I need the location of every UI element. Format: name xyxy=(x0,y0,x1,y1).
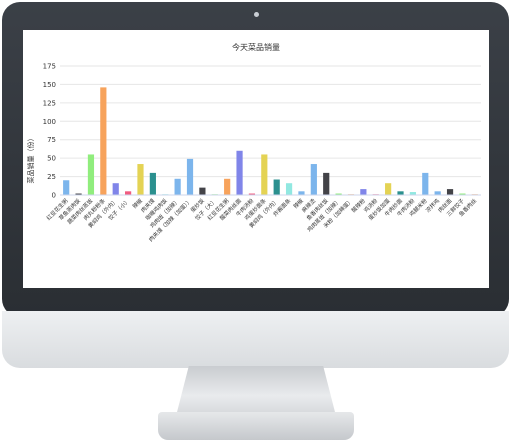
bar xyxy=(186,158,194,195)
bar xyxy=(174,178,181,195)
bar-chart: 今天菜品销量 菜品销量（份） 0 25 50 75 100 125 150 175 红豆花生粥… xyxy=(26,42,481,243)
bar xyxy=(87,154,95,195)
bar xyxy=(149,172,156,195)
y-tick-label: 125 xyxy=(43,99,56,107)
bar xyxy=(323,172,330,195)
y-tick-labels: 0 25 50 75 100 125 150 175 xyxy=(43,63,56,200)
monitor-stand-base xyxy=(158,412,354,440)
grid-lines xyxy=(60,65,481,196)
bar xyxy=(137,164,144,195)
chart-title: 今天菜品销量 xyxy=(232,42,280,52)
y-tick-label: 75 xyxy=(47,136,56,144)
y-tick-label: 150 xyxy=(43,81,56,89)
x-tick-labels: 红豆花生粥草鱼蒸肉饭蔬菜肉丝蒸饭肉丸粉粉条黄焖鸡（外内）饺子（小） 辣椒肉夹馍咖喱… xyxy=(44,196,478,243)
bar xyxy=(385,183,392,195)
camera-dot xyxy=(254,12,259,17)
bar xyxy=(397,191,404,195)
bar xyxy=(63,180,70,195)
bar xyxy=(298,191,305,195)
bars xyxy=(63,87,478,195)
monitor-chin xyxy=(2,311,509,368)
bar xyxy=(199,187,206,195)
y-tick-label: 100 xyxy=(43,118,56,126)
y-tick-label: 0 xyxy=(52,192,56,200)
bar xyxy=(261,154,268,195)
y-tick-label: 175 xyxy=(43,63,56,71)
monitor-screen: 今天菜品销量 菜品销量（份） 0 25 50 75 100 125 150 175 红豆花生粥… xyxy=(23,30,489,288)
bar xyxy=(422,172,429,195)
bar xyxy=(112,183,119,195)
bar xyxy=(446,189,454,195)
y-axis-label: 菜品销量（份） xyxy=(26,135,35,184)
bar xyxy=(434,191,441,195)
bar xyxy=(310,164,317,195)
bar xyxy=(224,178,231,195)
y-tick-label: 25 xyxy=(47,173,56,181)
y-tick-label: 50 xyxy=(47,155,56,163)
bar xyxy=(100,87,107,195)
bar xyxy=(273,179,280,195)
bar xyxy=(236,150,243,195)
bar xyxy=(360,189,367,195)
bar xyxy=(125,191,132,195)
monitor-stand-neck xyxy=(176,366,336,416)
bar xyxy=(285,183,293,195)
